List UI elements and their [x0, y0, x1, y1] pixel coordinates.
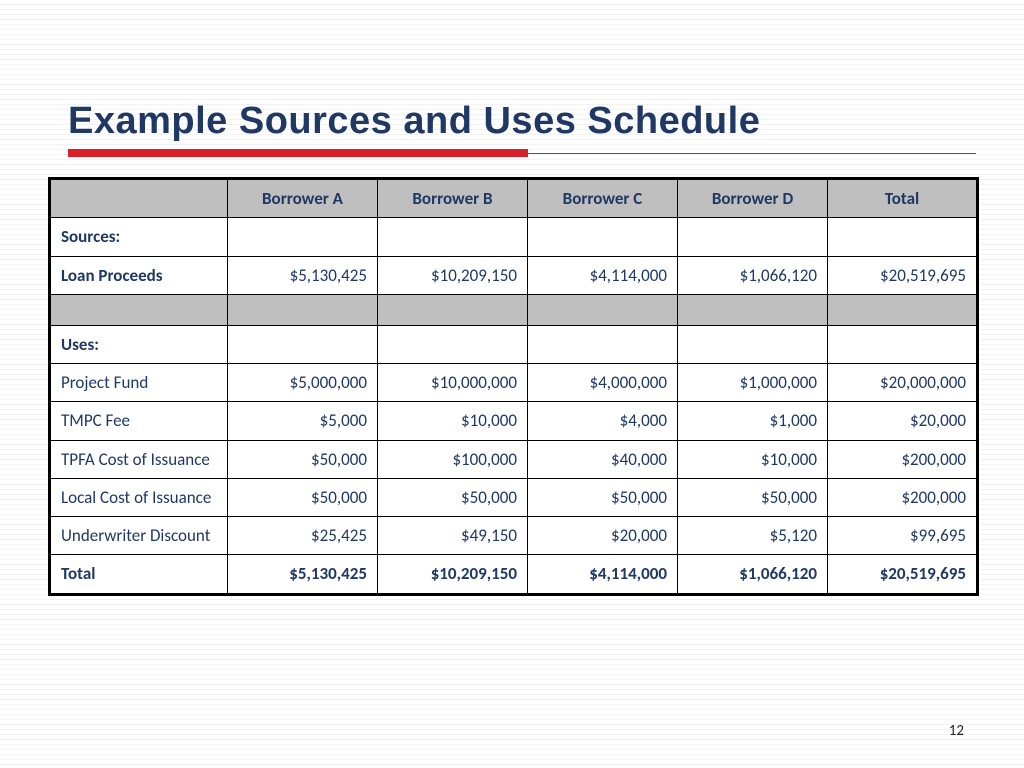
row-divider — [50, 294, 978, 325]
row-sources-heading: Sources: — [50, 218, 978, 256]
row-label: Local Cost of Issuance — [50, 478, 228, 516]
cell-value: $40,000 — [528, 440, 678, 478]
cell-blank — [378, 218, 528, 256]
cell-value: $20,000 — [528, 517, 678, 555]
cell-value: $20,000,000 — [828, 364, 978, 402]
cell-value: $4,000,000 — [528, 364, 678, 402]
cell-blank — [678, 325, 828, 363]
uses-label: Uses: — [50, 325, 228, 363]
cell-value: $50,000 — [228, 478, 378, 516]
cell-value: $5,130,425 — [228, 256, 378, 294]
cell-value: $200,000 — [828, 440, 978, 478]
divider-cell — [50, 294, 228, 325]
cell-value: $50,000 — [228, 440, 378, 478]
cell-value: $100,000 — [378, 440, 528, 478]
cell-value: $1,066,120 — [678, 555, 828, 594]
header-total: Total — [828, 179, 978, 218]
slide: Example Sources and Uses Schedule Borrow… — [0, 0, 1024, 768]
cell-value: $25,425 — [228, 517, 378, 555]
row-label: Project Fund — [50, 364, 228, 402]
title-underline-thin — [528, 153, 976, 154]
cell-blank — [528, 218, 678, 256]
header-blank — [50, 179, 228, 218]
sources-label: Sources: — [50, 218, 228, 256]
cell-value: $200,000 — [828, 478, 978, 516]
cell-value: $50,000 — [678, 478, 828, 516]
divider-cell — [528, 294, 678, 325]
header-borrower-d: Borrower D — [678, 179, 828, 218]
cell-value: $49,150 — [378, 517, 528, 555]
row-tmpc-fee: TMPC Fee $5,000 $10,000 $4,000 $1,000 $2… — [50, 402, 978, 440]
cell-value: $5,000 — [228, 402, 378, 440]
cell-value: $50,000 — [378, 478, 528, 516]
cell-value: $10,209,150 — [378, 555, 528, 594]
title-underline-thick — [68, 149, 528, 157]
row-total: Total $5,130,425 $10,209,150 $4,114,000 … — [50, 555, 978, 594]
cell-value: $10,000 — [378, 402, 528, 440]
cell-value: $10,000,000 — [378, 364, 528, 402]
cell-value: $20,000 — [828, 402, 978, 440]
cell-blank — [228, 218, 378, 256]
page-number: 12 — [949, 722, 964, 740]
divider-cell — [228, 294, 378, 325]
header-borrower-c: Borrower C — [528, 179, 678, 218]
cell-value: $1,000,000 — [678, 364, 828, 402]
cell-value: $5,120 — [678, 517, 828, 555]
header-borrower-a: Borrower A — [228, 179, 378, 218]
row-local-cost: Local Cost of Issuance $50,000 $50,000 $… — [50, 478, 978, 516]
cell-value: $10,000 — [678, 440, 828, 478]
row-label: TPFA Cost of Issuance — [50, 440, 228, 478]
cell-value: $4,114,000 — [528, 256, 678, 294]
cell-value: $4,000 — [528, 402, 678, 440]
row-label: TMPC Fee — [50, 402, 228, 440]
cell-value: $99,695 — [828, 517, 978, 555]
row-tpfa-cost: TPFA Cost of Issuance $50,000 $100,000 $… — [50, 440, 978, 478]
row-label: Loan Proceeds — [50, 256, 228, 294]
divider-cell — [678, 294, 828, 325]
row-project-fund: Project Fund $5,000,000 $10,000,000 $4,0… — [50, 364, 978, 402]
cell-value: $5,130,425 — [228, 555, 378, 594]
cell-blank — [228, 325, 378, 363]
title-underline — [68, 149, 976, 157]
row-label: Total — [50, 555, 228, 594]
cell-value: $5,000,000 — [228, 364, 378, 402]
row-label: Underwriter Discount — [50, 517, 228, 555]
header-borrower-b: Borrower B — [378, 179, 528, 218]
row-underwriter: Underwriter Discount $25,425 $49,150 $20… — [50, 517, 978, 555]
schedule-table: Borrower A Borrower B Borrower C Borrowe… — [48, 177, 979, 596]
cell-value: $1,066,120 — [678, 256, 828, 294]
cell-value: $50,000 — [528, 478, 678, 516]
row-uses-heading: Uses: — [50, 325, 978, 363]
row-loan-proceeds: Loan Proceeds $5,130,425 $10,209,150 $4,… — [50, 256, 978, 294]
cell-blank — [828, 325, 978, 363]
cell-value: $1,000 — [678, 402, 828, 440]
cell-blank — [678, 218, 828, 256]
page-title: Example Sources and Uses Schedule — [68, 100, 976, 143]
cell-value: $4,114,000 — [528, 555, 678, 594]
cell-blank — [828, 218, 978, 256]
table-header-row: Borrower A Borrower B Borrower C Borrowe… — [50, 179, 978, 218]
divider-cell — [828, 294, 978, 325]
cell-blank — [528, 325, 678, 363]
cell-value: $10,209,150 — [378, 256, 528, 294]
cell-value: $20,519,695 — [828, 256, 978, 294]
divider-cell — [378, 294, 528, 325]
cell-blank — [378, 325, 528, 363]
cell-value: $20,519,695 — [828, 555, 978, 594]
